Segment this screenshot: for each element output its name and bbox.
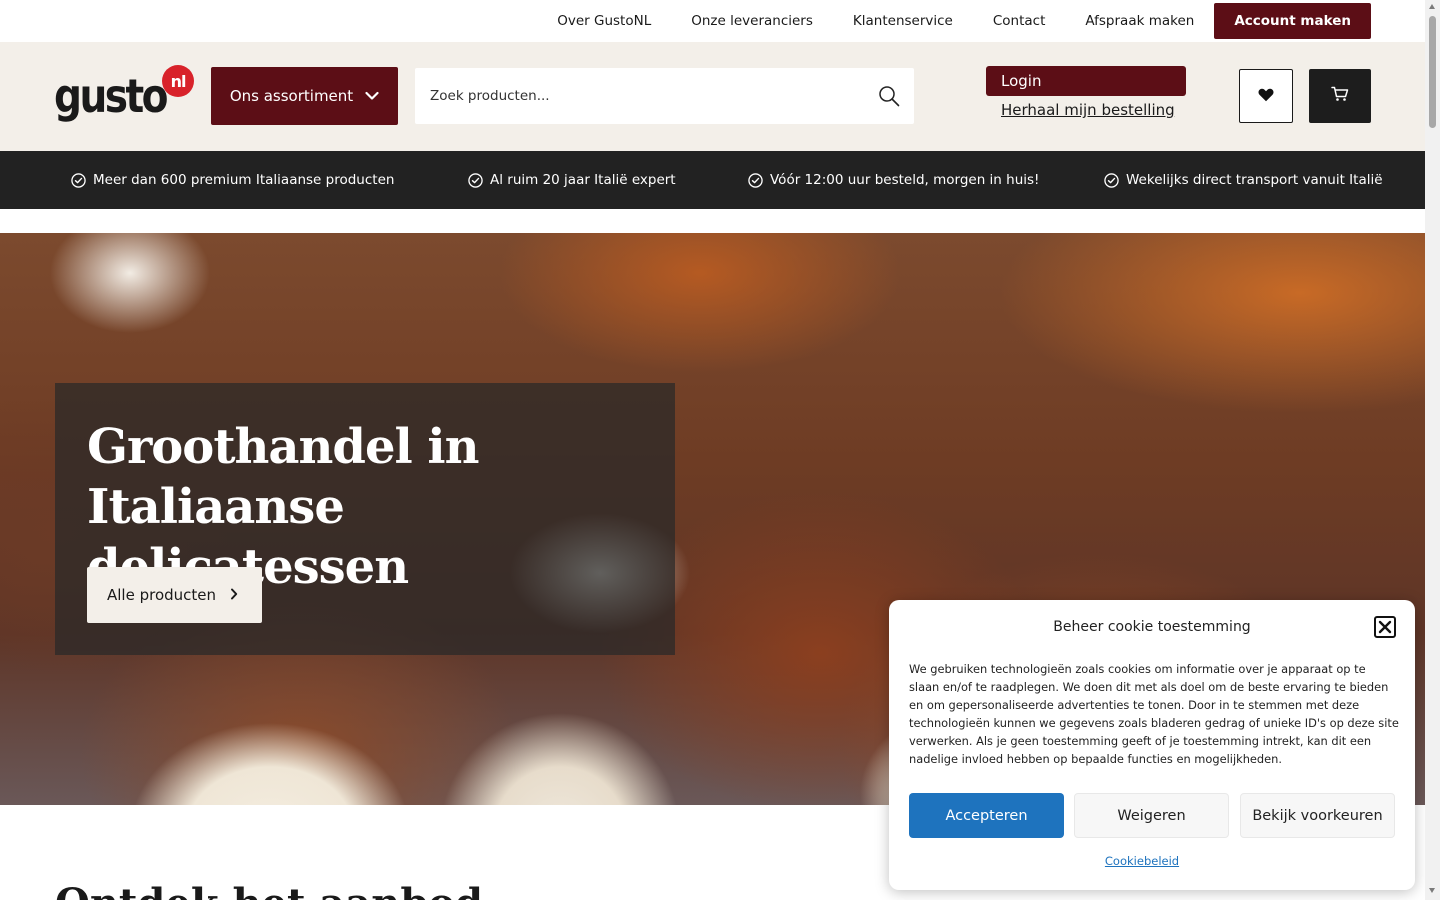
usp-text: Wekelijks direct transport vanuit Italië (1126, 172, 1383, 188)
close-icon (1378, 620, 1392, 634)
search-box (415, 68, 914, 124)
check-circle-icon (71, 172, 86, 188)
hero-title-line: Groothandel in (87, 419, 480, 475)
usp-item: Wekelijks direct transport vanuit Italië (1104, 151, 1383, 209)
cookie-close-button[interactable] (1374, 616, 1396, 638)
repeat-order-link[interactable]: Herhaal mijn bestelling (1001, 101, 1175, 119)
page-scrollbar[interactable] (1425, 0, 1440, 900)
usp-text: Meer dan 600 premium Italiaanse producte… (93, 172, 395, 188)
wishlist-button[interactable] (1239, 69, 1293, 123)
topnav-link-leveranciers[interactable]: Onze leveranciers (691, 13, 813, 29)
heart-icon (1258, 87, 1274, 106)
all-products-label: Alle producten (107, 586, 217, 604)
usp-bar: Meer dan 600 premium Italiaanse producte… (0, 151, 1425, 209)
top-bar: Over GustoNL Onze leveranciers Klantense… (0, 0, 1425, 42)
site-header: gusto nl Ons assortiment Login Herhaal m… (0, 42, 1425, 151)
chevron-down-icon (365, 87, 379, 105)
section-title: Ontdek het aanbod (55, 880, 483, 900)
cookie-preferences-button[interactable]: Bekijk voorkeuren (1240, 793, 1395, 838)
scroll-up-arrow[interactable] (1429, 4, 1435, 9)
cookie-text: We gebruiken technologieën zoals cookies… (909, 662, 1399, 766)
assortiment-label: Ons assortiment (229, 87, 354, 105)
cookie-deny-button[interactable]: Weigeren (1074, 793, 1229, 838)
hero-panel: Groothandel in Italiaanse delicatessen A… (55, 383, 675, 655)
login-button[interactable]: Login (986, 66, 1186, 96)
cookie-accept-button[interactable]: Accepteren (909, 793, 1064, 838)
all-products-button[interactable]: Alle producten (87, 567, 262, 623)
search-icon[interactable] (878, 85, 900, 107)
check-circle-icon (748, 172, 763, 188)
check-circle-icon (1104, 172, 1119, 188)
usp-text: Al ruim 20 jaar Italië expert (490, 172, 676, 188)
usp-text: Vóór 12:00 uur besteld, morgen in huis! (770, 172, 1040, 188)
assortiment-menu-button[interactable]: Ons assortiment (211, 67, 398, 125)
top-nav: Over GustoNL Onze leveranciers Klantense… (557, 0, 1371, 42)
cart-button[interactable] (1309, 69, 1371, 123)
usp-item: Al ruim 20 jaar Italië expert (468, 151, 676, 209)
logo[interactable]: gusto nl (54, 65, 196, 129)
topnav-link-klantenservice[interactable]: Klantenservice (853, 13, 953, 29)
account-button[interactable]: Account maken (1214, 3, 1371, 39)
chevron-right-icon (230, 586, 238, 604)
search-input[interactable] (415, 68, 855, 124)
cart-icon (1331, 86, 1349, 106)
cookie-consent-dialog: Beheer cookie toestemming We gebruiken t… (889, 600, 1415, 890)
scroll-thumb[interactable] (1429, 16, 1436, 128)
scroll-down-arrow[interactable] (1429, 888, 1435, 893)
usp-item: Vóór 12:00 uur besteld, morgen in huis! (748, 151, 1039, 209)
cookie-policy-link[interactable]: Cookiebeleid (889, 854, 1395, 868)
topnav-link-over[interactable]: Over GustoNL (557, 13, 651, 29)
logo-badge: nl (162, 65, 194, 97)
check-circle-icon (468, 172, 483, 188)
usp-item: Meer dan 600 premium Italiaanse producte… (71, 151, 394, 209)
topnav-link-afspraak[interactable]: Afspraak maken (1085, 13, 1194, 29)
logo-wordmark: gusto (54, 69, 168, 123)
cookie-title: Beheer cookie toestemming (1053, 619, 1251, 635)
topnav-link-contact[interactable]: Contact (993, 13, 1046, 29)
